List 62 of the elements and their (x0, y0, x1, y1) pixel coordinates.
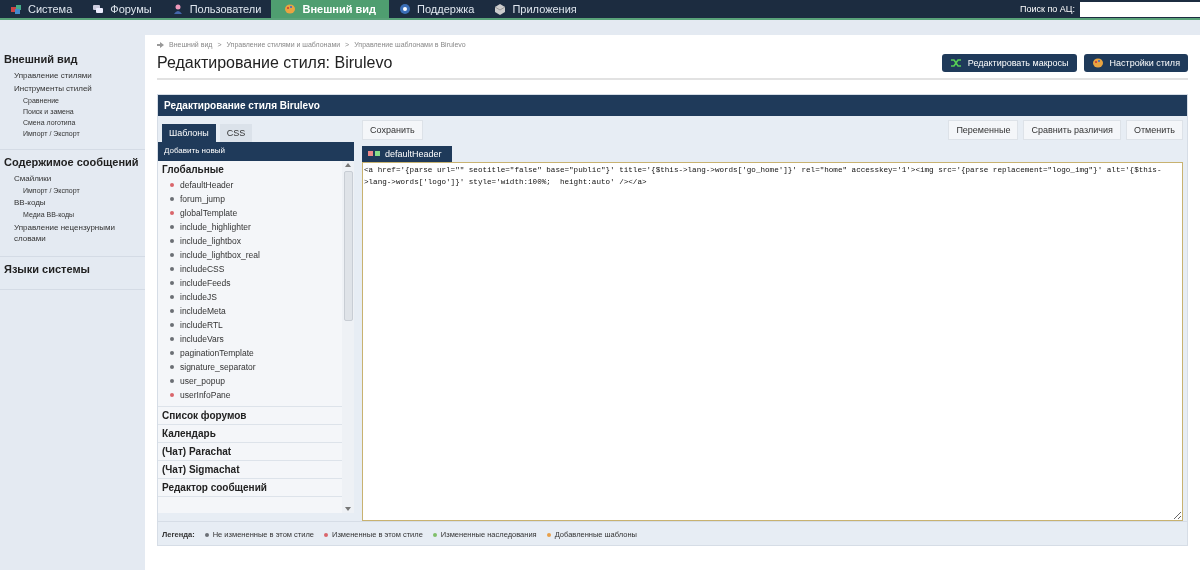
template-link[interactable]: include_lightbox (180, 236, 241, 246)
template-link[interactable]: userInfoPane (180, 390, 231, 400)
panel-header: Редактирование стиля Birulevo (158, 95, 1187, 116)
squares-icon (368, 151, 380, 157)
sidebar-section-title[interactable]: Внешний вид (4, 53, 141, 69)
group-title[interactable]: Календарь (158, 425, 342, 442)
template-link[interactable]: includeFeeds (180, 278, 231, 288)
editor-tab[interactable]: defaultHeader (362, 146, 452, 162)
search-label: Поиск по АЦ: (1020, 4, 1075, 14)
template-link[interactable]: includeJS (180, 292, 217, 302)
cubes-icon (10, 3, 22, 15)
shuffle-icon (949, 57, 962, 69)
sidebar-link[interactable]: Управление нецензурными словами (4, 220, 141, 246)
nav-tab[interactable]: Приложения (484, 0, 587, 18)
sidebar-link[interactable]: ВВ-коды (4, 196, 141, 209)
nav-tab[interactable]: Поддержка (389, 0, 485, 18)
tab[interactable]: Шаблоны (162, 124, 216, 142)
search-field[interactable] (1080, 1, 1200, 17)
sidebar-link[interactable]: Управление стилями (4, 69, 141, 82)
template-link[interactable]: includeCSS (180, 264, 225, 274)
template-link[interactable]: globalTemplate (180, 208, 238, 218)
toolbar-button[interactable]: Переменные (948, 120, 1019, 140)
template-link[interactable]: forum_jump (180, 194, 225, 204)
group-title[interactable]: (Чат) Sigmachat (158, 461, 342, 478)
arrow-icon (157, 41, 164, 48)
save-button[interactable]: Сохранить (362, 120, 423, 140)
palette-icon (284, 3, 297, 15)
group-title[interactable]: (Чат) Parachat (158, 443, 342, 460)
group-title[interactable]: Глобальные (158, 161, 342, 178)
scrollbar-thumb[interactable] (343, 171, 353, 321)
group-title[interactable]: Список форумов (158, 407, 342, 424)
template-link[interactable]: includeMeta (180, 306, 226, 316)
header-button[interactable]: Редактировать макросы (941, 54, 1077, 72)
palette-icon (1091, 57, 1104, 69)
toolbar-button[interactable]: Сравнить различия (1023, 120, 1121, 140)
template-link[interactable]: paginationTemplate (180, 348, 254, 358)
box-icon (494, 3, 507, 15)
template-link[interactable]: includeVars (180, 334, 224, 344)
template-link[interactable]: defaultHeader (180, 180, 234, 190)
help-icon (399, 3, 412, 15)
add-new-link[interactable]: Добавить новый (158, 142, 354, 161)
user-icon (171, 3, 184, 15)
nav-tab[interactable]: Система (0, 0, 83, 18)
page-title: Редактирование стиля: Birulevo (157, 54, 394, 72)
chat-bubbles-icon (92, 3, 105, 15)
header-button[interactable]: Настройки стиля (1083, 54, 1188, 72)
toolbar-button[interactable]: Отменить (1125, 120, 1183, 140)
nav-tab[interactable]: Форумы (82, 0, 162, 18)
template-link[interactable]: user_popup (180, 376, 225, 386)
sidebar-link[interactable]: Инструменты стилей (4, 82, 141, 95)
template-link[interactable]: includeRTL (180, 320, 223, 330)
nav-tab[interactable]: Пользователи (161, 0, 272, 18)
template-link[interactable]: include_lightbox_real (180, 250, 260, 260)
sidebar-link[interactable]: Смайлики (4, 172, 141, 185)
tab[interactable]: CSS (219, 124, 253, 142)
sidebar-section-title[interactable]: Языки системы (4, 263, 141, 279)
sidebar-section-title[interactable]: Содержимое сообщений (4, 156, 141, 172)
scroll-down-icon (344, 505, 352, 513)
template-link[interactable]: signature_separator (180, 362, 256, 372)
template-link[interactable]: include_highlighter (180, 222, 251, 232)
scrollbar[interactable] (342, 161, 354, 513)
group-title[interactable]: Редактор сообщений (158, 479, 342, 496)
